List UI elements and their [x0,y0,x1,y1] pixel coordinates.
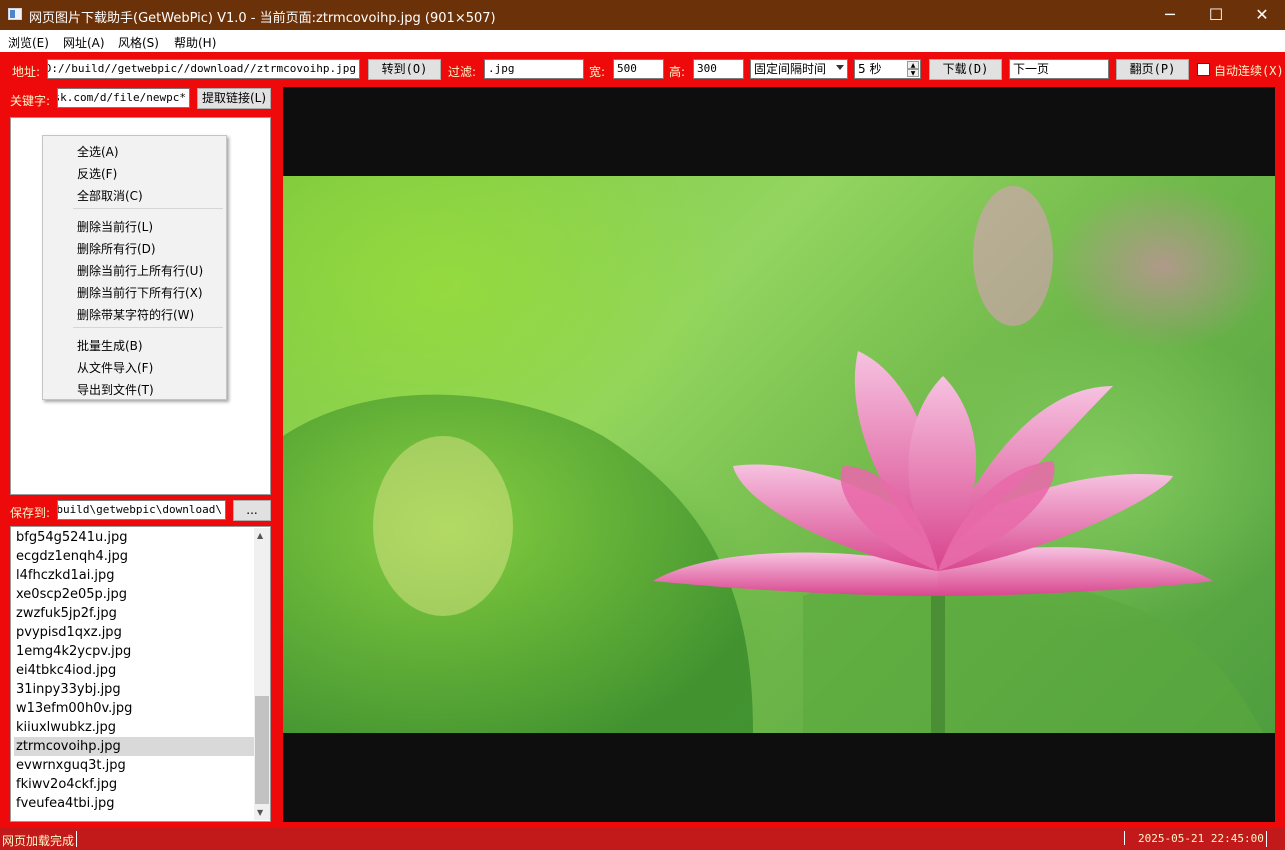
file-list[interactable]: bfg54g5241u.jpg ecgdz1enqh4.jpg l4fhczkd… [10,526,271,822]
ctx-export-to-file[interactable]: 导出到文件(T) [77,381,154,398]
list-item[interactable]: ecgdz1enqh4.jpg [14,547,254,566]
status-bar: 网页加载完成 2025-05-21 22:45:00 [0,828,1285,850]
keyword-input[interactable]: desk.com/d/file/newpc* [57,88,190,108]
menu-separator [73,327,223,328]
width-label: 宽: [589,65,606,79]
chevron-down-icon [836,65,844,70]
minimize-button[interactable]: ─ [1147,0,1193,30]
list-item-selected[interactable]: ztrmcovoihp.jpg [14,737,254,756]
lotus-flower-photo [283,176,1275,733]
context-menu: 全选(A) 反选(F) 全部取消(C) 删除当前行(L) 删除所有行(D) 删除… [42,135,227,400]
status-datetime: 2025-05-21 22:45:00 [1138,832,1264,845]
menu-browse[interactable]: 浏览(E) [8,34,49,51]
menu-style[interactable]: 风格(S) [118,34,159,51]
window-title: 网页图片下载助手(GetWebPic) V1.0 - 当前页面:ztrmcovo… [29,11,496,26]
list-item[interactable]: kiiuxlwubkz.jpg [14,718,254,737]
app-icon [8,8,22,20]
maximize-button[interactable]: ☐ [1193,0,1239,30]
list-item[interactable]: evwrnxguq3t.jpg [14,756,254,775]
save-path-input[interactable]: D:\build\getwebpic\download\ [57,500,226,520]
close-button[interactable]: ✕ [1239,0,1285,30]
address-label: 地址: [12,65,41,79]
goto-button[interactable]: 转到(O) [368,59,441,80]
ctx-deselect-all[interactable]: 全部取消(C) [77,187,143,204]
ctx-delete-rows-below[interactable]: 删除当前行下所有行(X) [77,284,203,301]
list-item[interactable]: w13efm00h0v.jpg [14,699,254,718]
interval-mode-value: 固定间隔时间 [754,62,827,76]
menu-address[interactable]: 网址(A) [63,34,105,51]
ctx-import-from-file[interactable]: 从文件导入(F) [77,359,153,376]
extract-links-button[interactable]: 提取链接(L) [197,88,271,109]
list-item[interactable]: ei4tbkc4iod.jpg [14,661,254,680]
keyword-label: 关键字: [10,94,51,108]
ctx-select-all[interactable]: 全选(A) [77,143,119,160]
image-viewer [283,87,1275,822]
ctx-delete-current-row[interactable]: 删除当前行(L) [77,218,153,235]
scroll-thumb[interactable] [255,696,269,804]
ctx-batch-generate[interactable]: 批量生成(B) [77,337,143,354]
menu-help[interactable]: 帮助(H) [174,34,216,51]
ctx-delete-rows-above[interactable]: 删除当前行上所有行(U) [77,262,203,279]
address-value: file:///D://build//getwebpic//download//… [48,62,356,75]
menu-bar: 浏览(E) 网址(A) 风格(S) 帮助(H) [0,30,1285,52]
menu-separator [73,208,223,209]
auto-continue-label: 自动连续(X) [1214,64,1284,78]
page-button[interactable]: 翻页(P) [1116,59,1189,80]
next-page-input[interactable]: 下一页 [1009,59,1109,79]
auto-continue-checkbox[interactable] [1197,63,1210,76]
filter-label: 过滤: [448,65,477,79]
ctx-delete-rows-with-text[interactable]: 删除带某字符的行(W) [77,306,194,323]
keyword-value: desk.com/d/file/newpc* [58,91,186,104]
filter-input[interactable]: .jpg [484,59,584,79]
save-to-label: 保存到: [10,506,51,520]
list-item[interactable]: 31inpy33ybj.jpg [14,680,254,699]
spin-up-icon[interactable]: ▲ [907,61,919,69]
address-input[interactable]: file:///D://build//getwebpic//download//… [47,59,360,79]
status-divider [1266,831,1267,847]
scroll-down-icon[interactable]: ▼ [257,808,263,817]
browse-button[interactable]: ... [233,500,271,521]
ctx-delete-all-rows[interactable]: 删除所有行(D) [77,240,156,257]
status-divider [1124,831,1125,845]
list-item[interactable]: xe0scp2e05p.jpg [14,585,254,604]
list-item[interactable]: bfg54g5241u.jpg [14,528,254,547]
status-divider [76,831,77,847]
list-item[interactable]: fkiwv2o4ckf.jpg [14,775,254,794]
download-button[interactable]: 下载(D) [929,59,1002,80]
scroll-up-icon[interactable]: ▲ [257,531,263,540]
file-list-scrollbar[interactable]: ▲ ▼ [254,528,270,820]
height-input[interactable]: 300 [693,59,744,79]
ctx-invert-selection[interactable]: 反选(F) [77,165,117,182]
lotus-illustration [283,186,1263,733]
list-item[interactable]: 1emg4k2ycpv.jpg [14,642,254,661]
list-item[interactable]: l4fhczkd1ai.jpg [14,566,254,585]
list-item[interactable]: fveufea4tbi.jpg [14,794,254,813]
interval-mode-select[interactable]: 固定间隔时间 [750,59,848,79]
height-label: 高: [669,65,686,79]
title-bar: 网页图片下载助手(GetWebPic) V1.0 - 当前页面:ztrmcovo… [0,0,1285,30]
width-input[interactable]: 500 [613,59,664,79]
interval-value: 5 秒 [858,62,882,76]
status-message: 网页加载完成 [2,834,75,848]
list-item[interactable]: pvypisd1qxz.jpg [14,623,254,642]
interval-spinner[interactable]: 5 秒 ▲ ▼ [854,59,921,79]
list-item[interactable]: zwzfuk5jp2f.jpg [14,604,254,623]
spin-down-icon[interactable]: ▼ [907,69,919,77]
save-path-value: D:\build\getwebpic\download\ [57,503,222,516]
